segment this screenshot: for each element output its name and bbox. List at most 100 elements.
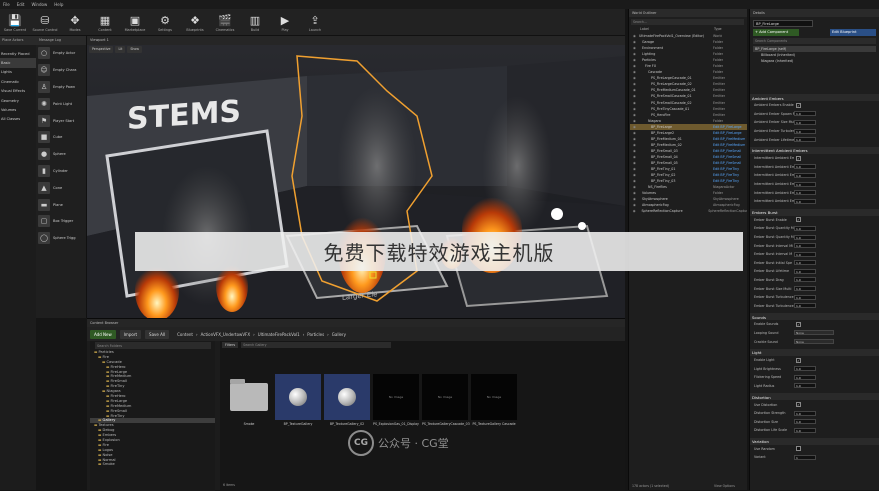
property-number-field[interactable]: 1.0 (794, 410, 816, 416)
section-sounds[interactable]: Sounds (750, 313, 879, 321)
mode-all-classes[interactable]: All Classes (0, 115, 36, 124)
perspective-button[interactable]: Perspective (89, 46, 114, 53)
marketplace-button[interactable]: ▣ Marketplace (120, 9, 150, 36)
place-item[interactable]: ● Sphere (36, 146, 86, 163)
asset-tile[interactable]: No Image PS_TextureGallery Cascade (471, 374, 517, 434)
save-current-button[interactable]: 💾 Save Current (0, 9, 30, 36)
property-number-field[interactable]: 1.0 (794, 268, 816, 274)
place-item[interactable]: ▢ Box Trigger (36, 213, 86, 230)
menu-window[interactable]: Window (31, 2, 47, 7)
outliner-search-input[interactable]: Search... (631, 19, 744, 25)
modes-button[interactable]: ✥ Modes (60, 9, 90, 36)
property-number-field[interactable]: 1.0 (794, 294, 816, 300)
breadcrumb-item[interactable]: Content (177, 332, 193, 337)
folder-search-input[interactable]: Search Folders (95, 342, 211, 349)
property-number-field[interactable]: 1.0 (794, 128, 816, 134)
property-number-field[interactable]: 1 (794, 454, 816, 460)
mode-geometry[interactable]: Geometry (0, 96, 36, 105)
menu-file[interactable]: File (3, 2, 10, 7)
actor-name-field[interactable]: BP_FireLarge (753, 20, 813, 27)
property-number-field[interactable]: 1.0 (794, 190, 816, 196)
mode-visual-effects[interactable]: Visual Effects (0, 87, 36, 96)
property-checkbox[interactable]: ✓ (796, 321, 801, 327)
property-checkbox[interactable]: ✓ (796, 155, 801, 161)
property-number-field[interactable]: 1.0 (794, 198, 816, 204)
asset-tile[interactable]: BP_TextureGallery_02 (324, 374, 370, 434)
asset-tile[interactable]: Smoke (226, 374, 272, 434)
property-number-field[interactable]: 1.0 (794, 427, 816, 433)
lit-button[interactable]: Lit (115, 46, 126, 53)
property-number-field[interactable]: 1.0 (794, 419, 816, 425)
section-distortion[interactable]: Distortion (750, 393, 879, 401)
launch-button[interactable]: ⇪ Launch (300, 9, 330, 36)
mode-basic[interactable]: Basic (0, 58, 36, 68)
asset-tile[interactable]: No Image PS_ExplosionGas_01_Display (373, 374, 419, 434)
mode-recently-placed[interactable]: Recently Placed (0, 49, 36, 58)
place-item[interactable]: ▬ Plane (36, 196, 86, 213)
section-embers-burst[interactable]: Embers Burst (750, 208, 879, 216)
property-dropdown[interactable]: None (794, 330, 834, 336)
section-light[interactable]: Light (750, 348, 879, 356)
folder-tree-item[interactable]: ▬ Smoke (90, 462, 215, 467)
view-options-button[interactable]: View Options (714, 484, 735, 488)
asset-tile[interactable]: BP_TextureGallery (275, 374, 321, 434)
component-search-input[interactable]: Search Components (753, 38, 876, 44)
property-checkbox[interactable]: ✓ (796, 217, 801, 223)
place-item[interactable]: ⚑ Player Start (36, 112, 86, 129)
mode-volumes[interactable]: Volumes (0, 105, 36, 114)
property-number-field[interactable]: 1.0 (794, 260, 816, 266)
viewport-tab[interactable]: Viewport 1 (87, 36, 625, 45)
property-dropdown[interactable]: None (794, 339, 834, 345)
section-intermittent-ambient-embers[interactable]: Intermittent Ambient Embers (750, 146, 879, 154)
section-ambient-embers[interactable]: Ambient Embers (750, 94, 879, 101)
property-checkbox[interactable]: ✓ (796, 102, 801, 108)
menu-edit[interactable]: Edit (17, 2, 25, 7)
settings-button[interactable]: ⚙ Settings (150, 9, 180, 36)
content-browser-tab[interactable]: Content Browser (87, 319, 625, 327)
property-number-field[interactable]: 1.0 (794, 251, 816, 257)
place-item[interactable]: ▮ Cylinder (36, 163, 86, 180)
label-column-header[interactable]: Label (640, 27, 714, 32)
build-button[interactable]: ▥ Build (240, 9, 270, 36)
asset-tile[interactable]: No Image PS_TextureGalleryCascade_03 (422, 374, 470, 434)
property-number-field[interactable]: 1.0 (794, 374, 816, 380)
show-button[interactable]: Show (127, 46, 142, 53)
save-all-button[interactable]: Save All (145, 329, 170, 339)
visibility-eye-icon[interactable]: ◉ (630, 208, 638, 214)
property-checkbox[interactable]: ✓ (796, 402, 801, 408)
filters-button[interactable]: Filters (222, 342, 239, 348)
property-number-field[interactable]: 1.0 (794, 181, 816, 187)
content-button[interactable]: ▦ Content (90, 9, 120, 36)
asset-search-input[interactable]: Search Gallery (241, 342, 392, 348)
place-item[interactable]: ☺ Empty Chara (36, 62, 86, 79)
add-component-button[interactable]: + Add Component (753, 29, 799, 36)
mode-cinematic[interactable]: Cinematic (0, 77, 36, 86)
component-item[interactable]: Niagara (Inherited) (753, 58, 876, 64)
mode-lights[interactable]: Lights (0, 68, 36, 77)
level-viewport[interactable]: STEMS Larger Ele Viewport 1 Perspective … (87, 36, 625, 318)
place-item[interactable]: ■ Cube (36, 129, 86, 146)
property-number-field[interactable]: 1.0 (794, 277, 816, 283)
property-number-field[interactable]: 1.0 (794, 303, 816, 309)
cinematics-button[interactable]: 🎬 Cinematics (210, 9, 240, 36)
place-item[interactable]: ✺ Point Light (36, 95, 86, 112)
place-item[interactable]: ▲ Cone (36, 179, 86, 196)
property-number-field[interactable]: 1.0 (794, 172, 816, 178)
world-outliner-tab[interactable]: World Outliner (629, 9, 747, 17)
property-checkbox[interactable]: ✓ (796, 357, 801, 363)
property-checkbox[interactable] (796, 446, 801, 452)
breadcrumb-item[interactable]: ActionVFX_UndertowVFX (201, 332, 250, 337)
type-column-header[interactable]: Type (714, 27, 722, 32)
breadcrumb-item[interactable]: Particles (307, 332, 324, 337)
property-number-field[interactable]: 1.0 (794, 111, 816, 117)
play-button[interactable]: ▶ Play (270, 9, 300, 36)
place-item[interactable]: ○ Empty Actor (36, 45, 86, 62)
place-actors-tab[interactable]: Place Actors (0, 36, 36, 45)
import-button[interactable]: Import (119, 329, 142, 339)
blueprints-button[interactable]: ❖ Blueprints (180, 9, 210, 36)
outliner-row[interactable]: ◉ SphereReflectionCapture SphereReflection… (630, 208, 747, 214)
source-control-button[interactable]: ⛁ Source Control (30, 9, 60, 36)
property-number-field[interactable]: 1.0 (794, 243, 816, 249)
add-new-button[interactable]: Add New (90, 329, 116, 339)
place-item[interactable]: ◯ Sphere Trigg (36, 230, 86, 247)
